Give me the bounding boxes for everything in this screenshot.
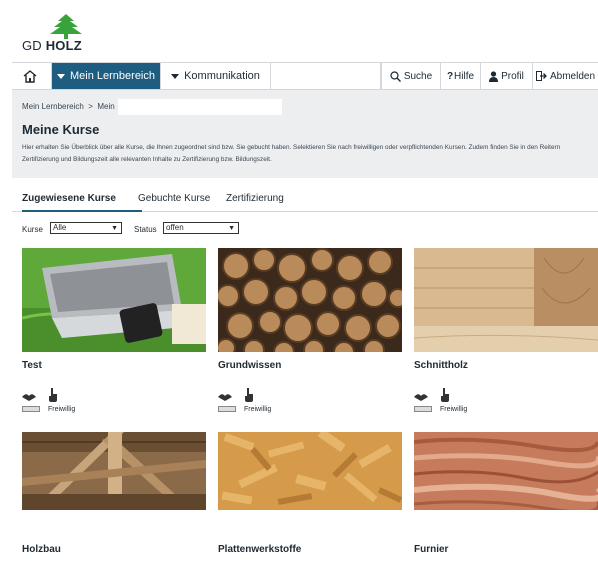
kurse-select[interactable]: Alle ▼ [50, 222, 122, 234]
tab-zertifizierung[interactable]: Zertifizierung [226, 193, 284, 204]
tree-logo-icon [50, 14, 82, 39]
logout-icon [535, 71, 547, 81]
reading-icon [22, 394, 36, 401]
nav-profil-label: Profil [501, 70, 524, 82]
nav-mein-lernbereich-label: Mein Lernbereich [70, 70, 155, 82]
course-title[interactable]: Holzbau [22, 544, 61, 555]
nav-spacer [271, 63, 381, 89]
course-meta: Freiwillig [218, 388, 402, 418]
course-type-badge: Freiwillig [440, 406, 468, 413]
gd-holz-logo[interactable]: GD HOLZ [20, 14, 90, 54]
hand-pointer-icon [441, 388, 449, 402]
redaction-box [118, 99, 282, 115]
kurse-filter-label: Kurse [22, 225, 43, 234]
status-select-value: offen [166, 223, 184, 232]
course-image-osb[interactable] [218, 432, 402, 510]
status-select[interactable]: offen ▼ [163, 222, 239, 234]
course-tabs: Zugewiesene Kurse Gebuchte Kurse Zertifi… [12, 190, 598, 212]
chevron-down-icon [171, 73, 180, 79]
chevron-down-icon: ▼ [111, 225, 118, 232]
nav-suche[interactable]: Suche [381, 63, 441, 89]
course-title[interactable]: Test [22, 360, 42, 371]
course-type-badge: Freiwillig [48, 406, 76, 413]
kurse-select-value: Alle [53, 223, 67, 232]
course-title[interactable]: Furnier [414, 544, 448, 555]
breadcrumb: Mein Lernbereich > Mein [22, 102, 115, 111]
course-image-laptop[interactable] [22, 248, 206, 352]
course-title[interactable]: Schnittholz [414, 360, 468, 371]
course-image-lumber[interactable] [414, 248, 598, 352]
hand-pointer-icon [245, 388, 253, 402]
course-meta: Freiwillig [414, 388, 598, 418]
nav-home[interactable] [12, 63, 52, 89]
reading-icon [218, 394, 232, 401]
progress-bar [22, 406, 40, 412]
search-icon [390, 70, 401, 82]
hand-pointer-icon [49, 388, 57, 402]
progress-bar [414, 406, 432, 412]
nav-abmelden-label: Abmelden [549, 70, 596, 82]
active-tab-indicator [22, 210, 142, 212]
reading-icon [414, 394, 428, 401]
course-title[interactable]: Grundwissen [218, 360, 281, 371]
question-icon: ? [446, 70, 454, 82]
tab-gebuchte-kurse[interactable]: Gebuchte Kurse [138, 193, 210, 204]
breadcrumb-current: Mein [97, 102, 115, 111]
course-image-logs[interactable] [218, 248, 402, 352]
status-filter-label: Status [134, 225, 157, 234]
course-image-veneer[interactable] [414, 432, 598, 510]
course-meta: Freiwillig [22, 388, 206, 418]
breadcrumb-root[interactable]: Mein Lernbereich [22, 102, 84, 111]
breadcrumb-separator: > [88, 102, 93, 111]
nav-abmelden[interactable]: Abmelden [533, 63, 598, 89]
nav-hilfe[interactable]: ? Hilfe [441, 63, 481, 89]
nav-hilfe-label: Hilfe [454, 70, 475, 82]
course-image-timber-frame[interactable] [22, 432, 206, 510]
nav-kommunikation[interactable]: Kommunikation [161, 63, 271, 89]
chevron-down-icon: ▼ [228, 225, 235, 232]
tab-zugewiesene-kurse[interactable]: Zugewiesene Kurse [22, 193, 116, 204]
page-title: Meine Kurse [22, 122, 100, 137]
course-type-badge: Freiwillig [244, 406, 272, 413]
course-title[interactable]: Plattenwerkstoffe [218, 544, 301, 555]
progress-bar [218, 406, 236, 412]
nav-mein-lernbereich[interactable]: Mein Lernbereich [52, 63, 161, 89]
chevron-down-icon [57, 73, 65, 79]
main-nav: Mein Lernbereich Kommunikation Suche ? H… [12, 62, 598, 90]
nav-kommunikation-label: Kommunikation [184, 70, 260, 82]
nav-suche-label: Suche [403, 70, 433, 82]
page-description: Hier erhalten Sie Überblick über alle Ku… [22, 144, 561, 163]
page-header-panel: Mein Lernbereich > Mein Meine Kurse Hier… [12, 90, 598, 178]
header: GD HOLZ [0, 0, 598, 62]
user-icon [489, 70, 499, 82]
home-icon [23, 69, 37, 83]
nav-profil[interactable]: Profil [481, 63, 533, 89]
